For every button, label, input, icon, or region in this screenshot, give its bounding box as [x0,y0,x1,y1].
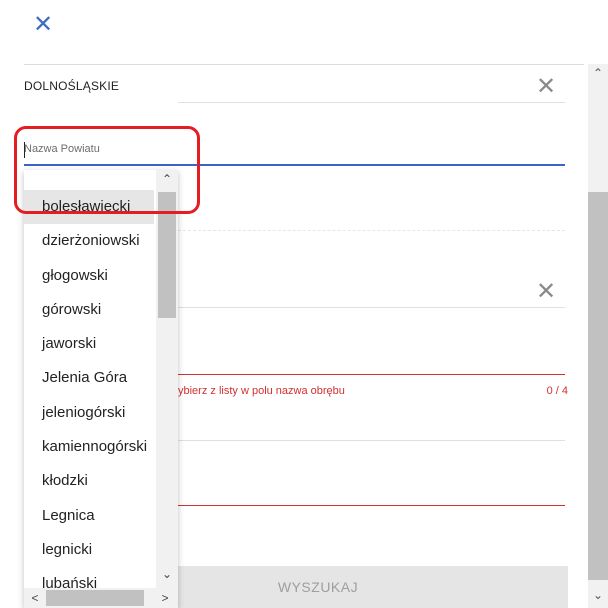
field-underline-error [178,505,565,506]
region-label: DOLNOŚLĄSKIE [24,79,120,93]
dropdown-option[interactable]: kłodzki [24,464,154,498]
divider [178,440,565,441]
dropdown-option[interactable]: głogowski [24,259,154,293]
obreb-hint-text: ybierz z listy w polu nazwa obrębu [178,385,345,397]
search-button[interactable]: WYSZUKAJ [178,566,568,608]
dropdown-option[interactable]: dzierżoniowski [24,224,154,258]
panel-divider [24,64,584,65]
divider [178,102,565,103]
dropdown-option[interactable]: Jelenia Góra [24,361,154,395]
scroll-right-icon[interactable]: > [158,590,172,606]
clear-region-icon[interactable]: ✕ [534,75,558,99]
close-icon[interactable]: ✕ [28,10,58,40]
dropdown-scroll-down-icon[interactable]: ⌄ [160,567,174,581]
divider [178,307,565,308]
scroll-up-icon[interactable]: ⌃ [592,66,604,80]
obreb-field-underline [178,374,565,375]
clear-section-icon[interactable]: ✕ [534,280,558,304]
dropdown-hscrollbar-thumb[interactable] [46,590,144,606]
powiat-options-list: bolesławiecki dzierżoniowski głogowski g… [24,190,154,602]
obreb-counter: 0 / 4 [546,385,568,397]
search-button-label: WYSZUKAJ [277,579,359,595]
powiat-dropdown[interactable]: bolesławiecki dzierżoniowski głogowski g… [24,170,178,608]
dropdown-option[interactable]: jeleniogórski [24,396,154,430]
dropdown-option[interactable]: legnicki [24,533,154,567]
highlight-annotation [14,126,200,214]
scroll-down-icon[interactable]: ⌄ [592,588,604,602]
dropdown-option[interactable]: Legnica [24,499,154,533]
page-scrollbar-thumb[interactable] [588,192,608,580]
scroll-left-icon[interactable]: < [28,590,42,606]
dropdown-option[interactable]: jaworski [24,327,154,361]
dropdown-option[interactable]: górowski [24,293,154,327]
dashed-divider [178,230,565,231]
dropdown-option[interactable]: kamiennogórski [24,430,154,464]
